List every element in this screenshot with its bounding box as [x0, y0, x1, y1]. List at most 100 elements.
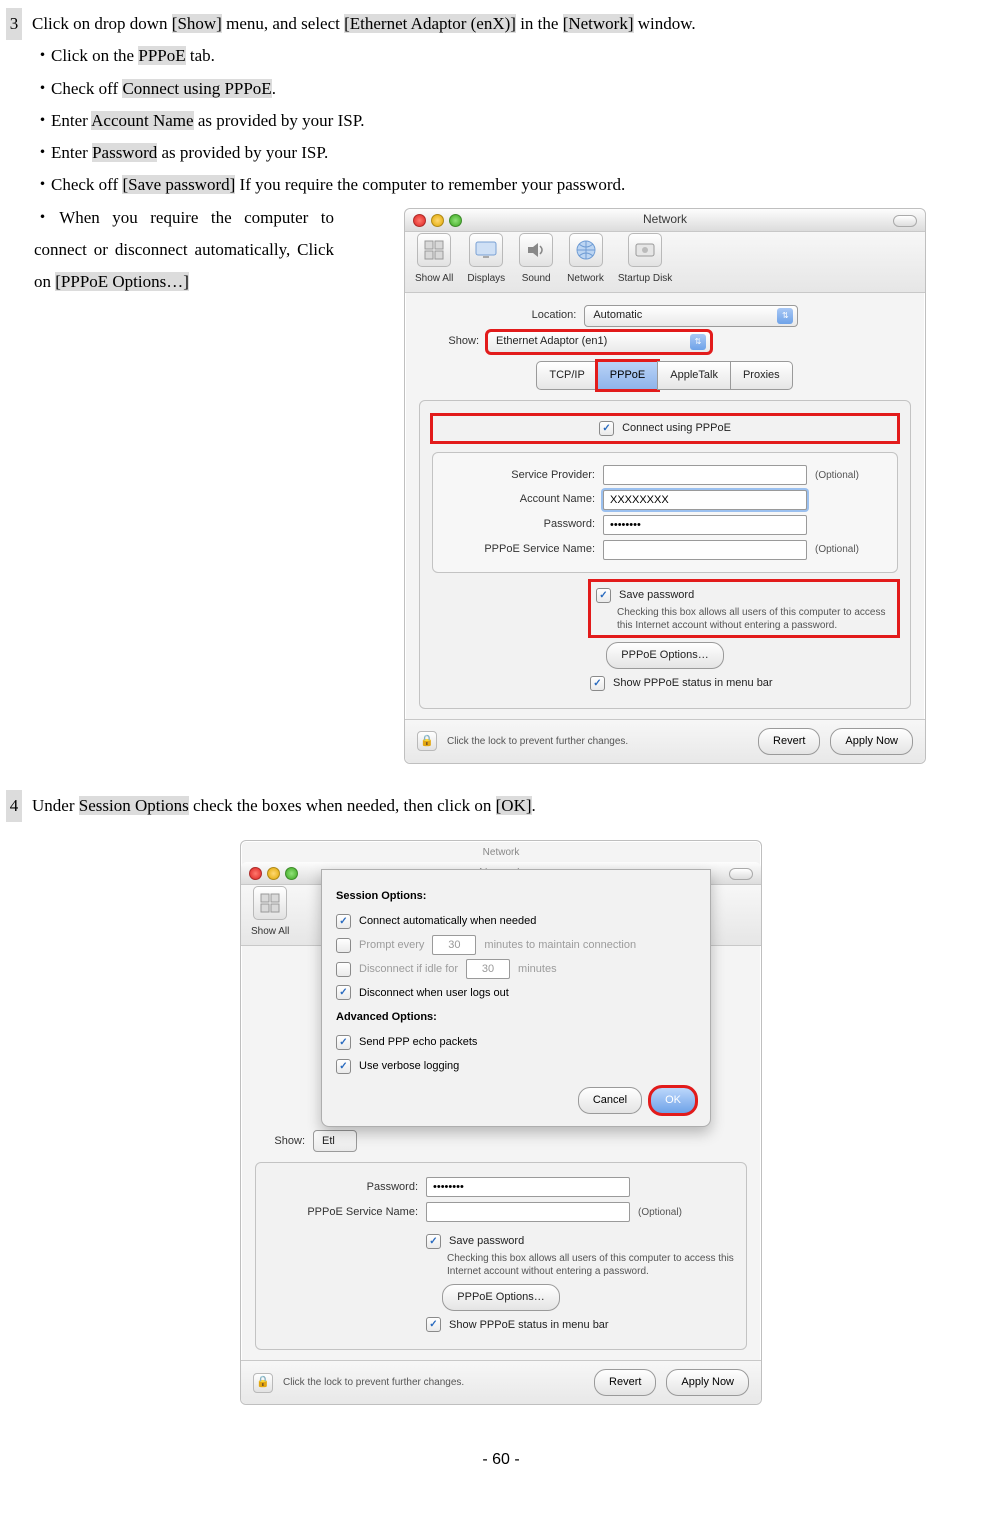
- close-icon[interactable]: [413, 214, 426, 227]
- pppoe-options-button[interactable]: PPPoE Options…: [442, 1284, 559, 1311]
- footer: 🔒 Click the lock to prevent further chan…: [241, 1360, 761, 1404]
- show-status-checkbox[interactable]: [426, 1317, 441, 1332]
- label: Displays: [467, 269, 505, 288]
- connect-pppoe-label: Connect using PPPoE: [622, 418, 731, 439]
- window-controls[interactable]: [249, 867, 298, 880]
- tab-appletalk[interactable]: AppleTalk: [657, 361, 731, 390]
- show-status-checkbox[interactable]: [590, 676, 605, 691]
- password-label: Password:: [445, 514, 595, 535]
- connect-hl: Connect using PPPoE: [122, 79, 271, 98]
- grid-icon: [417, 233, 451, 267]
- location-label: Location:: [532, 305, 577, 326]
- ok-button[interactable]: OK: [650, 1087, 696, 1114]
- pppoe-service-input[interactable]: [603, 540, 807, 560]
- network-window-1: Network Show All Displays Sound Network …: [404, 208, 926, 764]
- show-value: Ethernet Adaptor (en1): [496, 331, 607, 352]
- password-input[interactable]: [426, 1177, 630, 1197]
- save-password-checkbox[interactable]: [596, 588, 611, 603]
- lock-icon[interactable]: 🔒: [417, 731, 437, 751]
- network-window-2: Network Network Show All Session Options…: [240, 840, 762, 1405]
- advanced-options-title: Advanced Options:: [336, 1007, 696, 1028]
- sub-c: ・Enter Account Name as provided by your …: [34, 105, 996, 137]
- service-provider-input[interactable]: [603, 465, 807, 485]
- t: ・Check off: [34, 175, 122, 194]
- pref-toolbar: Show All Displays Sound Network Startup …: [405, 232, 925, 293]
- ghost-title: Network: [241, 841, 761, 862]
- opt-connect-auto-checkbox[interactable]: [336, 914, 351, 929]
- lock-text: Click the lock to prevent further change…: [283, 1376, 464, 1389]
- apply-button[interactable]: Apply Now: [830, 728, 913, 755]
- t: ・Enter: [34, 143, 92, 162]
- t: Click on drop down: [32, 14, 172, 33]
- pppoe-panel: Password: PPPoE Service Name:(Optional) …: [255, 1162, 747, 1350]
- save-password-checkbox[interactable]: [426, 1234, 441, 1249]
- pppoe-service-input[interactable]: [426, 1202, 630, 1222]
- network-hl: [Network]: [563, 14, 634, 33]
- show-status-label: Show PPPoE status in menu bar: [449, 1315, 609, 1336]
- t: .: [272, 79, 276, 98]
- password-hl: Password: [92, 143, 157, 162]
- location-dropdown[interactable]: Automatic⇅: [584, 305, 798, 327]
- network-icon: [569, 233, 603, 267]
- optional-note: (Optional): [815, 469, 859, 482]
- savepw-hl: [Save password]: [122, 175, 235, 194]
- label: Show All: [415, 269, 453, 288]
- opt-verbose-checkbox[interactable]: [336, 1059, 351, 1074]
- save-password-note: Checking this box allows all users of th…: [617, 606, 892, 632]
- show-value: Etl: [322, 1131, 335, 1152]
- tab-tcpip[interactable]: TCP/IP: [536, 361, 597, 390]
- opt-echo-checkbox[interactable]: [336, 1035, 351, 1050]
- label: Show All: [251, 922, 289, 941]
- show-label: Show:: [255, 1131, 305, 1152]
- opt-idle-label-b: minutes: [518, 959, 557, 980]
- t: .: [532, 796, 536, 815]
- content: Location: Automatic⇅ Show: Ethernet Adap…: [405, 293, 925, 719]
- step4-number: 4: [6, 790, 22, 822]
- toolbar-toggle[interactable]: [729, 868, 753, 880]
- location-value: Automatic: [593, 305, 642, 326]
- sub-a: ・Click on the PPPoE tab.: [34, 40, 996, 72]
- close-icon[interactable]: [249, 867, 262, 880]
- toolbar-toggle[interactable]: [893, 215, 917, 227]
- tool-network[interactable]: Network: [567, 233, 604, 288]
- session-options-title: Session Options:: [336, 886, 696, 907]
- optional-note: (Optional): [638, 1206, 682, 1219]
- minimize-icon[interactable]: [431, 214, 444, 227]
- password-input[interactable]: [603, 515, 807, 535]
- tool-show-all: Show All: [251, 886, 289, 941]
- show-dropdown[interactable]: Ethernet Adaptor (en1)⇅: [487, 331, 711, 353]
- step3-number: 3: [6, 8, 22, 40]
- opt-logout-checkbox[interactable]: [336, 985, 351, 1000]
- pppoe-options-sheet: Session Options: Connect automatically w…: [321, 869, 711, 1127]
- opt-prompt-checkbox[interactable]: [336, 938, 351, 953]
- cancel-button[interactable]: Cancel: [578, 1087, 642, 1114]
- tabs: TCP/IP PPPoE AppleTalk Proxies: [419, 361, 911, 390]
- footer: 🔒 Click the lock to prevent further chan…: [405, 719, 925, 763]
- window-controls[interactable]: [413, 214, 462, 227]
- step4-line: 4Under Session Options check the boxes w…: [6, 790, 996, 822]
- zoom-icon[interactable]: [285, 867, 298, 880]
- fields-panel: Service Provider:(Optional) Account Name…: [432, 452, 898, 574]
- t: Under: [32, 796, 79, 815]
- lock-icon[interactable]: 🔒: [253, 1373, 273, 1393]
- revert-button[interactable]: Revert: [758, 728, 820, 755]
- pppoe-options-button[interactable]: PPPoE Options…: [606, 642, 723, 669]
- connect-pppoe-checkbox[interactable]: [599, 421, 614, 436]
- zoom-icon[interactable]: [449, 214, 462, 227]
- tab-proxies[interactable]: Proxies: [730, 361, 793, 390]
- apply-button[interactable]: Apply Now: [666, 1369, 749, 1396]
- show-dropdown: Etl: [313, 1130, 357, 1152]
- revert-button[interactable]: Revert: [594, 1369, 656, 1396]
- tool-sound[interactable]: Sound: [519, 233, 553, 288]
- account-input[interactable]: [603, 490, 807, 510]
- opt-idle-checkbox[interactable]: [336, 962, 351, 977]
- tool-displays[interactable]: Displays: [467, 233, 505, 288]
- password-label: Password:: [268, 1177, 418, 1198]
- opt-prompt-value: [432, 935, 476, 955]
- tool-show-all[interactable]: Show All: [415, 233, 453, 288]
- tab-pppoe[interactable]: PPPoE: [597, 361, 658, 390]
- account-label: Account Name:: [445, 489, 595, 510]
- minimize-icon[interactable]: [267, 867, 280, 880]
- tool-startup[interactable]: Startup Disk: [618, 233, 672, 288]
- pppoe-service-label: PPPoE Service Name:: [268, 1202, 418, 1223]
